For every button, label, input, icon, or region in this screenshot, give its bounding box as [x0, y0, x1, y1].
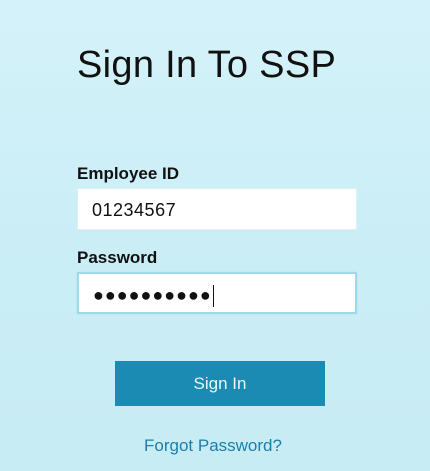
password-mask: ●●●●●●●●●●: [93, 285, 212, 305]
password-value: ●●●●●●●●●●: [93, 285, 214, 308]
employee-id-value: 01234567: [92, 200, 177, 220]
login-panel: Sign In To SSP Employee ID 01234567 Pass…: [0, 0, 430, 471]
text-caret: [212, 285, 214, 308]
password-field[interactable]: ●●●●●●●●●●: [77, 272, 357, 314]
sign-in-button[interactable]: Sign In: [115, 361, 325, 406]
forgot-password-link[interactable]: Forgot Password?: [144, 436, 282, 456]
password-label: Password: [77, 248, 158, 267]
employee-id-field[interactable]: 01234567: [77, 188, 357, 230]
employee-id-label: Employee ID: [77, 164, 180, 183]
page-title: Sign In To SSP: [77, 44, 337, 86]
